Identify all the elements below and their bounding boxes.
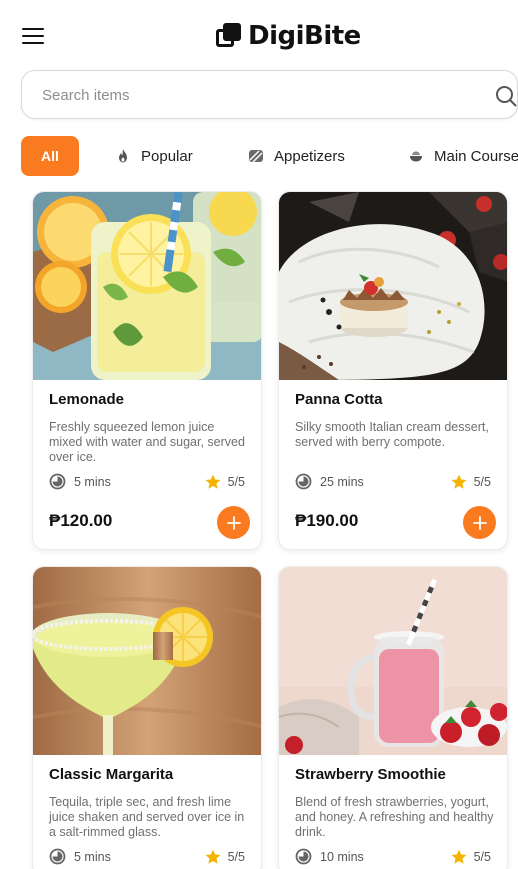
product-image [279, 192, 507, 380]
plus-icon [226, 515, 241, 530]
plus-icon [472, 515, 487, 530]
product-title: Lemonade [49, 391, 125, 408]
tab-all[interactable]: All [21, 136, 79, 176]
product-description: Freshly squeezed lemon juice mixed with … [49, 420, 245, 464]
app-header: DigiBite [0, 0, 518, 70]
app-logo[interactable]: DigiBite [216, 20, 361, 52]
prep-time-value: 5 mins [74, 849, 111, 864]
star-icon [205, 474, 221, 489]
tab-label: Popular [141, 147, 193, 165]
product-title: Classic Margarita [49, 766, 174, 783]
tab-appetizers[interactable]: Appetizers [248, 136, 345, 176]
product-description: Silky smooth Italian cream dessert, serv… [295, 420, 489, 449]
logo-text: DigiBite [248, 21, 361, 51]
product-card-lemonade[interactable]: Lemonade Freshly squeezed lemon juice mi… [32, 191, 262, 550]
star-icon [205, 849, 221, 864]
product-card-panna-cotta[interactable]: Panna Cotta Silky smooth Italian cream d… [278, 191, 508, 550]
product-card-strawberry-smoothie[interactable]: Strawberry Smoothie Blend of fresh straw… [278, 566, 508, 869]
timer-icon [295, 473, 312, 490]
stripes-icon [249, 150, 263, 163]
product-image [279, 567, 507, 755]
add-to-cart-button[interactable] [217, 506, 250, 539]
fire-icon [119, 149, 127, 163]
rating-value: 5/5 [227, 850, 245, 864]
prep-time: 5 mins [49, 473, 111, 490]
hamburger-menu-icon[interactable] [22, 26, 46, 46]
add-to-cart-button[interactable] [463, 506, 496, 539]
timer-icon [295, 848, 312, 865]
prep-time-value: 5 mins [74, 474, 111, 489]
rating: 5/5 [450, 473, 491, 491]
bowl-icon [410, 151, 422, 162]
tab-label: Appetizers [274, 147, 345, 165]
tab-main-course[interactable]: Main Course [408, 136, 518, 176]
rating: 5/5 [450, 848, 491, 866]
search-icon[interactable] [494, 84, 518, 108]
rating-value: 5/5 [473, 475, 491, 489]
star-icon [451, 474, 467, 489]
rating: 5/5 [204, 848, 245, 866]
product-title: Panna Cotta [295, 391, 383, 408]
rating-value: 5/5 [227, 475, 245, 489]
product-title: Strawberry Smoothie [295, 766, 446, 783]
product-image [33, 192, 261, 380]
timer-icon [49, 848, 66, 865]
prep-time-value: 25 mins [320, 474, 364, 489]
rating-value: 5/5 [473, 850, 491, 864]
category-tabs: All Popular Appetizers Main Course [21, 136, 518, 178]
search-bar [21, 70, 518, 119]
tab-label: Main Course [434, 147, 518, 165]
prep-time-value: 10 mins [320, 849, 364, 864]
star-icon [451, 849, 467, 864]
product-price: ₱120.00 [49, 511, 113, 530]
product-image [33, 567, 261, 755]
product-card-classic-margarita[interactable]: Classic Margarita Tequila, triple sec, a… [32, 566, 262, 869]
product-description: Blend of fresh strawberries, yogurt, and… [295, 795, 494, 839]
tab-label: All [41, 148, 59, 164]
search-input[interactable] [42, 83, 462, 107]
prep-time: 5 mins [49, 848, 111, 865]
timer-icon [49, 473, 66, 490]
rating: 5/5 [204, 473, 245, 491]
prep-time: 25 mins [295, 473, 364, 490]
product-description: Tequila, triple sec, and fresh lime juic… [49, 795, 245, 839]
logo-icon [216, 23, 242, 49]
prep-time: 10 mins [295, 848, 364, 865]
product-price: ₱190.00 [295, 511, 359, 530]
tab-popular[interactable]: Popular [115, 136, 193, 176]
